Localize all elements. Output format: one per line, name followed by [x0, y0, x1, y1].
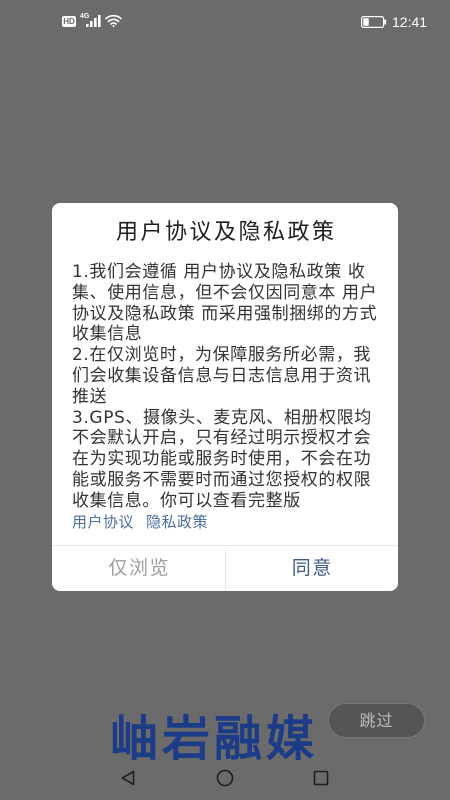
policy-links: 用户协议 隐私政策	[72, 512, 388, 533]
body-line: 集、使用信息，但不会仅因同意本 用户	[72, 282, 378, 303]
agree-button[interactable]: 同意	[225, 546, 398, 591]
body-line: 推送	[72, 386, 108, 407]
button-separator	[225, 550, 226, 591]
status-bar: HD 4G 12:41	[0, 0, 450, 44]
app-logo: 岫岩融媒	[110, 711, 319, 767]
battery-icon	[361, 16, 387, 28]
privacy-dialog: 用户协议及隐私政策 1.我们会遵循 用户协议及隐私政策 收 集、使用信息，但不会…	[52, 203, 398, 591]
body-line: 不会默认开启，只有经过明示授权才会	[72, 428, 372, 449]
browse-only-button[interactable]: 仅浏览	[52, 546, 225, 591]
hd-badge: HD	[62, 16, 76, 27]
skip-button[interactable]: 跳过	[328, 703, 425, 738]
back-icon[interactable]	[119, 769, 137, 787]
app-screen: HD 4G 12:41 岫岩融媒 跳过 用户协议及隐私政策 1.我们会遵循 用户…	[0, 0, 450, 800]
privacy-policy-link[interactable]: 隐私政策	[146, 513, 208, 531]
body-line: 在为实现功能或服务时使用，不会在功	[72, 449, 372, 470]
body-line: 能或服务不需要时而通过您授权的权限	[72, 469, 372, 490]
recents-icon[interactable]	[312, 769, 330, 787]
clock: 12:41	[392, 14, 428, 30]
signal-icon	[86, 15, 101, 27]
dialog-title: 用户协议及隐私政策	[115, 220, 337, 245]
user-agreement-link[interactable]: 用户协议	[72, 513, 134, 531]
body-line: 3.GPS、摄像头、麦克风、相册权限均	[72, 407, 372, 428]
body-line: 1.我们会遵循 用户协议及隐私政策 收	[72, 262, 366, 282]
wifi-icon	[105, 14, 122, 27]
body-line: 收集信息。你可以查看完整版	[72, 490, 301, 511]
home-icon[interactable]	[216, 769, 234, 787]
dialog-body: 1.我们会遵循 用户协议及隐私政策 收 集、使用信息，但不会仅因同意本 用户 协…	[72, 262, 388, 532]
body-line: 2.在仅浏览时，为保障服务所必需，我	[72, 345, 372, 366]
body-line: 们会收集设备信息与日志信息用于资讯	[72, 365, 372, 386]
body-line: 收集信息	[72, 324, 143, 345]
body-line: 协议及隐私政策 而采用强制捆绑的方式	[72, 303, 378, 324]
